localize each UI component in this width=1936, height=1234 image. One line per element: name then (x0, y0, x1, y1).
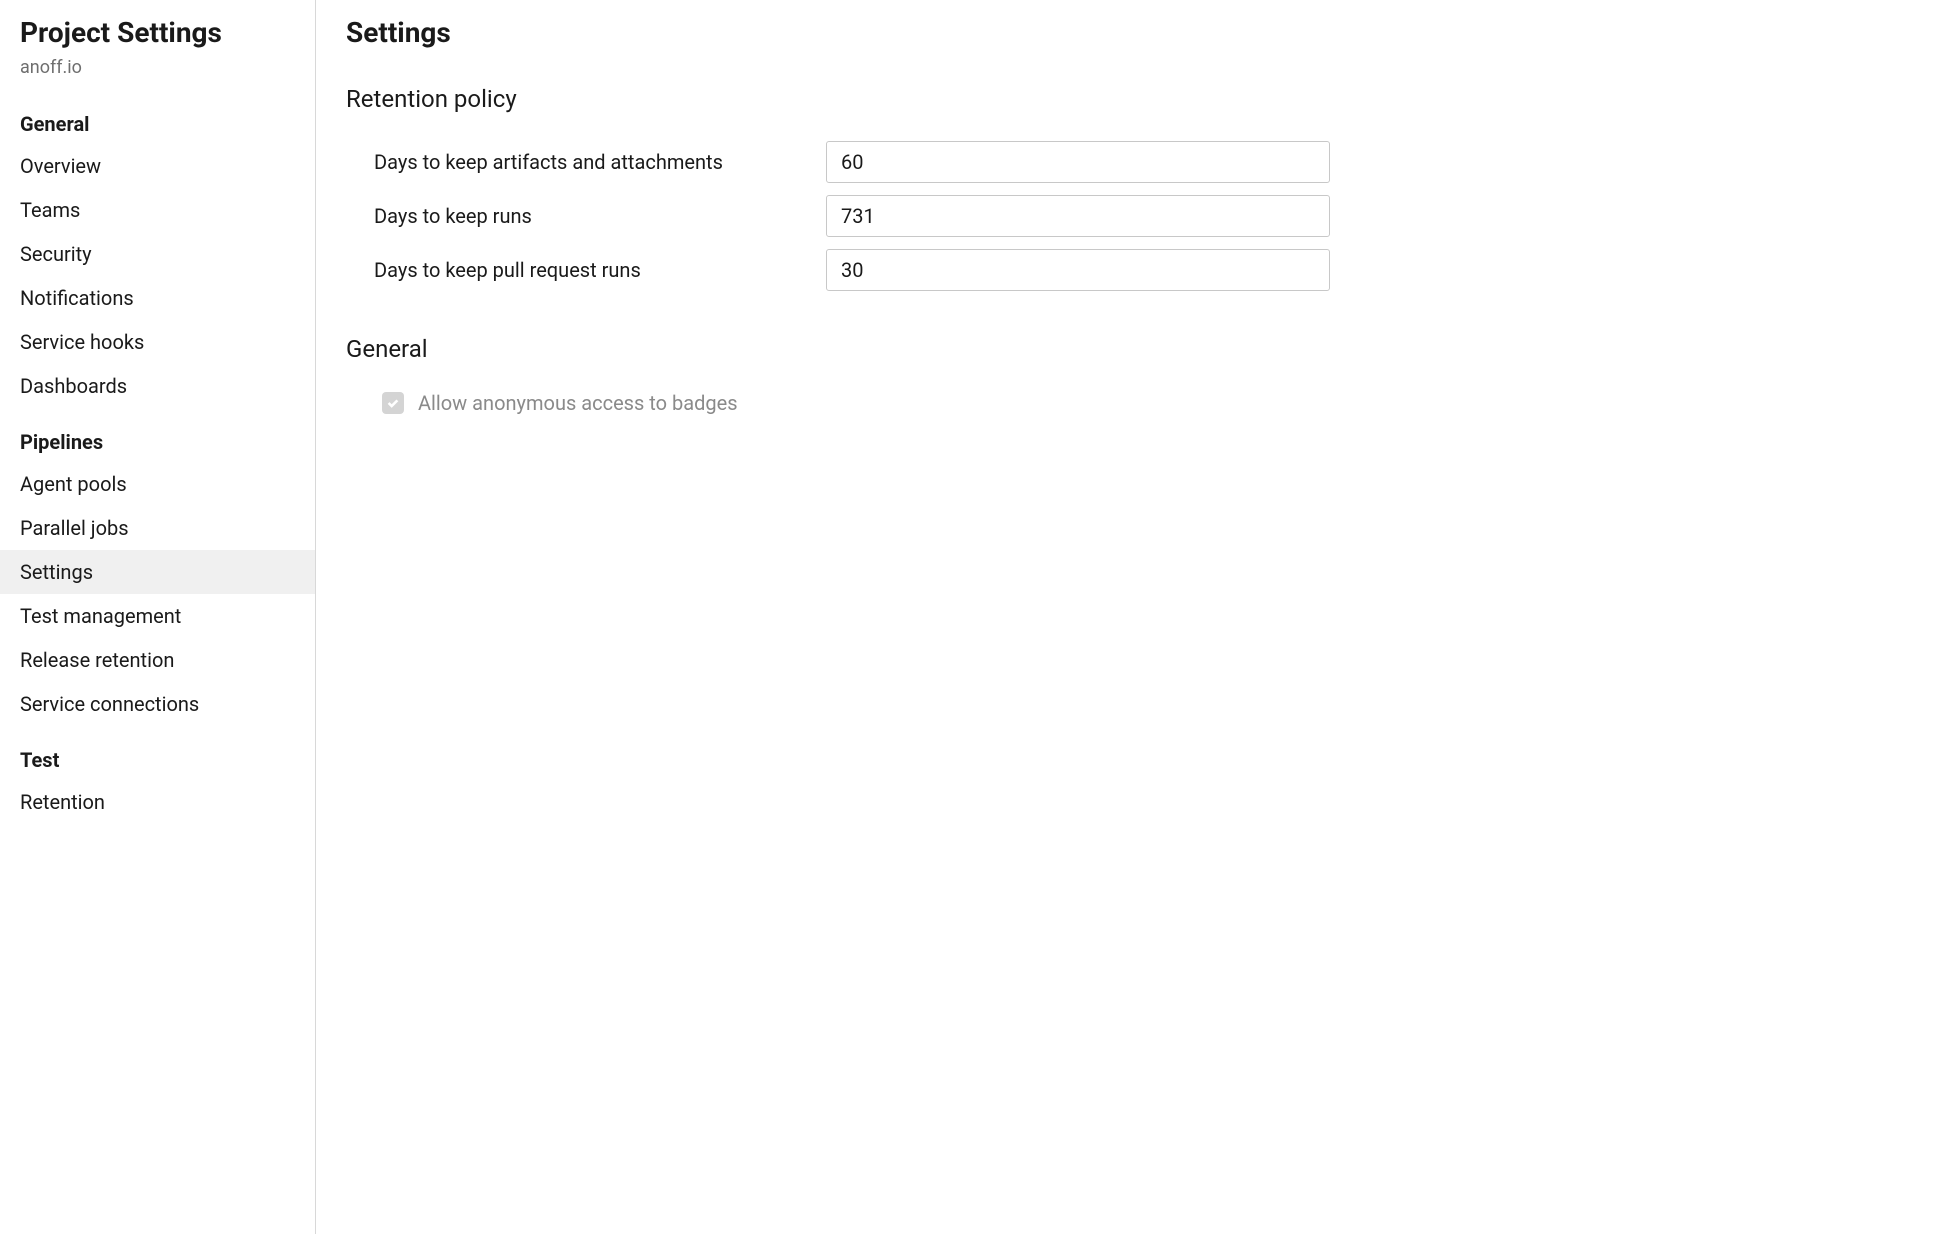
nav-group-header-pipelines: Pipelines (0, 416, 315, 462)
section-retention: Retention policy Days to keep artifacts … (346, 85, 1896, 291)
form-row-pr-runs: Days to keep pull request runs (346, 249, 1896, 291)
section-heading-general: General (346, 335, 1896, 363)
checkbox-row-anonymous-badges[interactable]: Allow anonymous access to badges (346, 391, 1896, 415)
nav-group-test: Test Retention (0, 734, 315, 824)
nav-item-service-hooks[interactable]: Service hooks (0, 320, 315, 364)
nav-item-test-management[interactable]: Test management (0, 594, 315, 638)
nav-item-notifications[interactable]: Notifications (0, 276, 315, 320)
nav-item-agent-pools[interactable]: Agent pools (0, 462, 315, 506)
nav-item-teams[interactable]: Teams (0, 188, 315, 232)
label-days-pr-runs: Days to keep pull request runs (374, 258, 826, 282)
input-days-runs[interactable] (826, 195, 1330, 237)
input-days-artifacts[interactable] (826, 141, 1330, 183)
nav-group-general: General Overview Teams Security Notifica… (0, 98, 315, 408)
nav-item-overview[interactable]: Overview (0, 144, 315, 188)
page-title: Settings (346, 16, 1896, 49)
nav-item-security[interactable]: Security (0, 232, 315, 276)
nav-item-service-connections[interactable]: Service connections (0, 682, 315, 726)
nav-item-dashboards[interactable]: Dashboards (0, 364, 315, 408)
section-heading-retention: Retention policy (346, 85, 1896, 113)
check-icon (386, 396, 400, 410)
sidebar-subtitle: anoff.io (0, 53, 315, 98)
checkbox-icon[interactable] (382, 392, 404, 414)
checkbox-label-anonymous-badges: Allow anonymous access to badges (418, 391, 738, 415)
nav-group-header-test: Test (0, 734, 315, 780)
nav-item-settings[interactable]: Settings (0, 550, 315, 594)
sidebar: Project Settings anoff.io General Overvi… (0, 0, 316, 1234)
nav-group-header-general: General (0, 98, 315, 144)
form-row-artifacts: Days to keep artifacts and attachments (346, 141, 1896, 183)
nav-item-release-retention[interactable]: Release retention (0, 638, 315, 682)
input-days-pr-runs[interactable] (826, 249, 1330, 291)
main-content: Settings Retention policy Days to keep a… (316, 0, 1936, 1234)
label-days-runs: Days to keep runs (374, 204, 826, 228)
form-row-runs: Days to keep runs (346, 195, 1896, 237)
label-days-artifacts: Days to keep artifacts and attachments (374, 150, 826, 174)
nav-item-parallel-jobs[interactable]: Parallel jobs (0, 506, 315, 550)
nav-item-retention[interactable]: Retention (0, 780, 315, 824)
nav-group-pipelines: Pipelines Agent pools Parallel jobs Sett… (0, 416, 315, 726)
sidebar-title: Project Settings (0, 8, 315, 53)
section-general: General Allow anonymous access to badges (346, 335, 1896, 415)
